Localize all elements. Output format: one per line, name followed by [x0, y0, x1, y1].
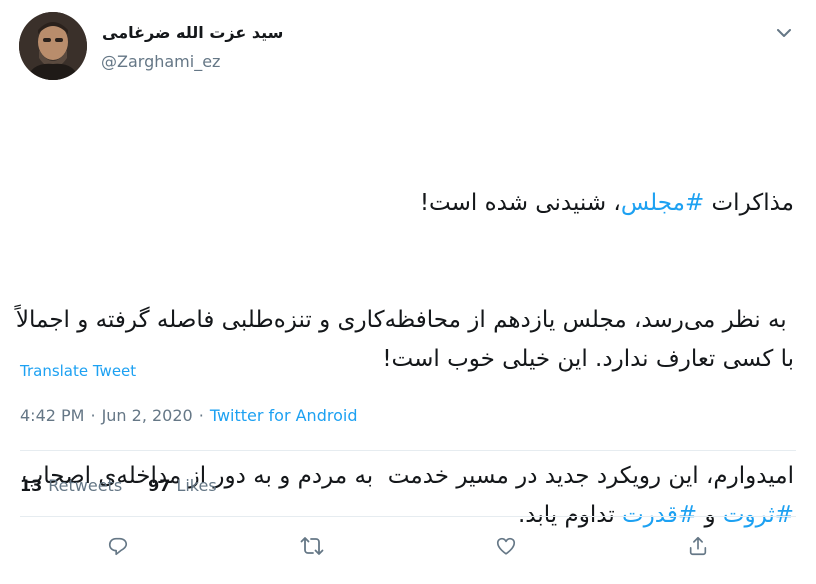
avatar-image — [19, 12, 87, 80]
share-button[interactable] — [680, 530, 716, 566]
chevron-down-icon — [777, 23, 791, 42]
translate-tweet-link[interactable]: Translate Tweet — [20, 362, 136, 380]
likes-count: 97 — [148, 476, 171, 495]
tweet-text-segment: و — [697, 502, 723, 528]
hashtag-servat[interactable]: #ثروت — [723, 502, 794, 528]
divider — [20, 516, 796, 517]
retweets-label: Retweets — [48, 476, 123, 495]
tweet-text: مذاکرات #مجلس، شنیدنی شده است! به نظر می… — [14, 106, 794, 574]
meta-separator: · — [90, 406, 96, 425]
share-icon — [687, 535, 709, 561]
divider — [20, 450, 796, 451]
tweet-menu-button[interactable] — [772, 20, 796, 44]
tweet-paragraph-1: مذاکرات #مجلس، شنیدنی شده است! — [14, 184, 794, 223]
tweet-actions — [0, 530, 816, 574]
tweet-paragraph-3: امیدوارم، این رویکرد جدید در مسیر خدمت ب… — [14, 457, 794, 535]
hashtag-majlis[interactable]: #مجلس — [621, 190, 704, 216]
tweet-date[interactable]: Jun 2, 2020 — [102, 406, 193, 425]
tweet-text-segment: مذاکرات — [704, 190, 794, 216]
reply-icon — [107, 535, 129, 561]
retweet-icon — [300, 535, 324, 561]
meta-separator: · — [198, 406, 204, 425]
like-button[interactable] — [488, 530, 524, 566]
tweet-source-link[interactable]: Twitter for Android — [210, 406, 358, 425]
likes-stat[interactable]: 97 Likes — [148, 476, 217, 495]
retweets-count: 13 — [20, 476, 43, 495]
user-handle[interactable]: @Zarghami_ez — [101, 52, 220, 71]
tweet-meta: 4:42 PM · Jun 2, 2020 · Twitter for Andr… — [20, 406, 357, 425]
retweet-button[interactable] — [294, 530, 330, 566]
avatar[interactable] — [19, 12, 87, 80]
tweet-time[interactable]: 4:42 PM — [20, 406, 84, 425]
tweet-stats: 13 Retweets 97 Likes — [20, 476, 217, 495]
heart-icon — [495, 535, 517, 561]
hashtag-ghodrat[interactable]: #قدرت — [622, 502, 697, 528]
tweet-text-segment: ، شنیدنی شده است! — [419, 190, 621, 216]
user-display-name[interactable]: سید عزت الله ضرغامی — [102, 23, 283, 42]
reply-button[interactable] — [100, 530, 136, 566]
likes-label: Likes — [176, 476, 217, 495]
retweets-stat[interactable]: 13 Retweets — [20, 476, 122, 495]
tweet-text-segment: تداوم یابد. — [518, 502, 623, 528]
